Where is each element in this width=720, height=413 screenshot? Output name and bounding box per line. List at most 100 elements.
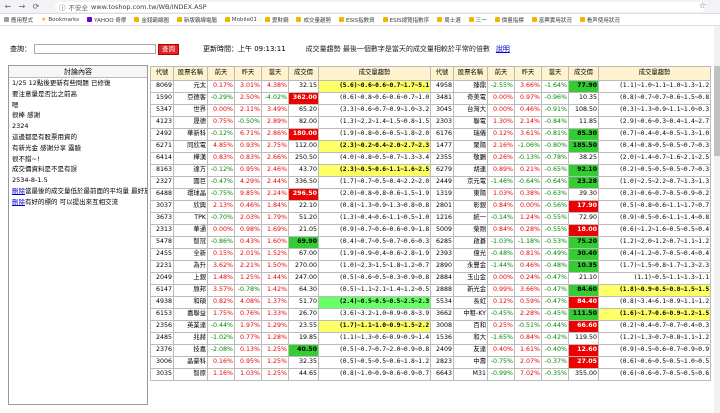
stock-name[interactable]: 智原	[173, 368, 208, 381]
stock-code[interactable]: 2313	[150, 224, 174, 237]
stock-code[interactable]: 4123	[150, 116, 174, 129]
stock-name[interactable]: 同欣電	[173, 140, 208, 153]
stock-code[interactable]: 2449	[430, 176, 454, 189]
search-button[interactable]: 查詢	[158, 43, 179, 55]
stock-name[interactable]: 晶豪科	[173, 356, 208, 369]
stock-code[interactable]: 4958	[430, 80, 454, 93]
stock-code[interactable]: 1319	[430, 188, 454, 201]
stock-code[interactable]: 1216	[430, 212, 454, 225]
url-text[interactable]: www.toshop.com.tw/WB/INDEX.ASP	[91, 3, 207, 11]
bookmark-item[interactable]: 應用程式	[4, 16, 33, 24]
stock-code[interactable]: 2485	[150, 332, 174, 345]
bookmark-item[interactable]: 金錢霸線圖	[134, 16, 169, 24]
bookmark-item[interactable]: ESIS指數資	[339, 16, 375, 24]
stock-name[interactable]: 新光金	[453, 284, 488, 297]
stock-name[interactable]: 華新科	[173, 128, 208, 141]
bookmark-item[interactable]: 三一	[468, 16, 487, 24]
stock-name[interactable]: 欣興	[173, 200, 208, 213]
bookmark-item[interactable]: ESIS總覽指數序	[382, 16, 429, 24]
stock-name[interactable]: 晟德	[173, 116, 208, 129]
info-icon[interactable]: ⓘ	[59, 2, 66, 12]
stock-name[interactable]: 榮剛	[453, 224, 488, 237]
stock-code[interactable]: 3662	[430, 308, 454, 321]
search-input[interactable]	[34, 44, 156, 54]
stock-code[interactable]: 2455	[150, 248, 174, 261]
stock-code[interactable]: 1477	[430, 140, 454, 153]
stock-name[interactable]: 上銀	[173, 272, 208, 285]
stock-name[interactable]: 樺漢	[173, 152, 208, 165]
stock-name[interactable]: 百和	[453, 320, 488, 333]
stock-name[interactable]: TPK	[173, 212, 208, 225]
stock-name[interactable]: M31	[453, 368, 488, 381]
stock-name[interactable]: 和大	[453, 332, 488, 345]
stock-name[interactable]: 聯電	[453, 116, 488, 129]
stock-name[interactable]: 環球晶	[173, 188, 208, 201]
stock-name[interactable]: 元太	[173, 80, 208, 93]
stock-code[interactable]: 6414	[150, 152, 174, 165]
stock-code[interactable]: 8163	[150, 164, 174, 177]
stock-name[interactable]: 達方	[173, 164, 208, 177]
page-scrollbar[interactable]	[714, 26, 720, 413]
address-bar[interactable]: ⓘ 不安全 www.toshop.com.tw/WB/INDEX.ASP	[55, 2, 705, 12]
stock-name[interactable]: 中租-KY	[453, 308, 488, 321]
scrollbar-thumb[interactable]	[714, 66, 720, 156]
stock-name[interactable]: 東陽	[453, 188, 488, 201]
stock-name[interactable]: 聚陽	[453, 140, 488, 153]
stock-name[interactable]: 兆赫	[173, 332, 208, 345]
stock-code[interactable]: 2890	[430, 260, 454, 273]
bookmark-item[interactable]: 成交量趨勢	[296, 16, 331, 24]
stock-name[interactable]: 頎邦	[173, 284, 208, 297]
stock-code[interactable]: 5534	[430, 296, 454, 309]
stock-code[interactable]: 2823	[430, 356, 454, 369]
stock-name[interactable]: 為升	[173, 260, 208, 273]
stock-name[interactable]: 中壽	[453, 356, 488, 369]
stock-code[interactable]: 1536	[430, 332, 454, 345]
bookmark-item[interactable]: 新版霸線電腦	[176, 16, 217, 24]
stock-name[interactable]: 京元電	[453, 176, 488, 189]
stock-name[interactable]: 臻鼎	[453, 80, 488, 93]
stock-name[interactable]: 長虹	[453, 296, 488, 309]
stock-name[interactable]: 億光	[453, 248, 488, 261]
stock-code[interactable]: 6147	[150, 284, 174, 297]
stock-code[interactable]: 2888	[430, 284, 454, 297]
stock-name[interactable]: 和碩	[173, 296, 208, 309]
stock-code[interactable]: 2376	[150, 344, 174, 357]
stock-name[interactable]: 技嘉	[173, 344, 208, 357]
stock-name[interactable]: 奇美電	[453, 92, 488, 105]
stock-name[interactable]: 玉山金	[453, 272, 488, 285]
bookmark-item[interactable]: 富興實用狀況	[531, 16, 572, 24]
stock-name[interactable]: 啟碁	[453, 236, 488, 249]
stock-name[interactable]: 敬鵬	[453, 152, 488, 165]
stock-code[interactable]: 6153	[150, 308, 174, 321]
stock-name[interactable]: 全新	[173, 248, 208, 261]
bookmark-item[interactable]: 愛財網	[264, 16, 288, 24]
stock-name[interactable]: 英業達	[173, 320, 208, 333]
stock-code[interactable]: 6271	[150, 140, 174, 153]
stock-code[interactable]: 2327	[150, 176, 174, 189]
stock-code[interactable]: 1590	[150, 92, 174, 105]
stock-name[interactable]: 華通	[173, 224, 208, 237]
stock-code[interactable]: 3006	[150, 356, 174, 369]
stock-name[interactable]: 胡連	[453, 164, 488, 177]
stock-code[interactable]: 3008	[430, 320, 454, 333]
description-link[interactable]: 說明	[496, 44, 510, 54]
stock-name[interactable]: 彰銀	[453, 200, 488, 213]
stock-code[interactable]: 2356	[150, 320, 174, 333]
stock-name[interactable]: 國巨	[173, 176, 208, 189]
stock-code[interactable]: 2409	[430, 344, 454, 357]
bookmark-item[interactable]: YAHOO 奇摩	[87, 16, 126, 24]
stock-name[interactable]: 嘉聯益	[173, 308, 208, 321]
stock-name[interactable]: 智冠	[173, 236, 208, 249]
stock-code[interactable]: 5009	[430, 224, 454, 237]
stock-code[interactable]: 4938	[150, 296, 174, 309]
bookmark-item[interactable]: 周士選	[437, 16, 461, 24]
stock-code[interactable]: 2049	[150, 272, 174, 285]
stock-code[interactable]: 6279	[430, 164, 454, 177]
stock-code[interactable]: 6643	[430, 368, 454, 381]
bookmark-item[interactable]: 看声使用狀況	[579, 16, 620, 24]
stock-name[interactable]: 瑞儀	[453, 128, 488, 141]
delete-link[interactable]: 刪除	[12, 187, 25, 195]
stock-name[interactable]: 友達	[453, 344, 488, 357]
stock-code[interactable]: 3037	[150, 200, 174, 213]
stock-code[interactable]: 2884	[430, 272, 454, 285]
